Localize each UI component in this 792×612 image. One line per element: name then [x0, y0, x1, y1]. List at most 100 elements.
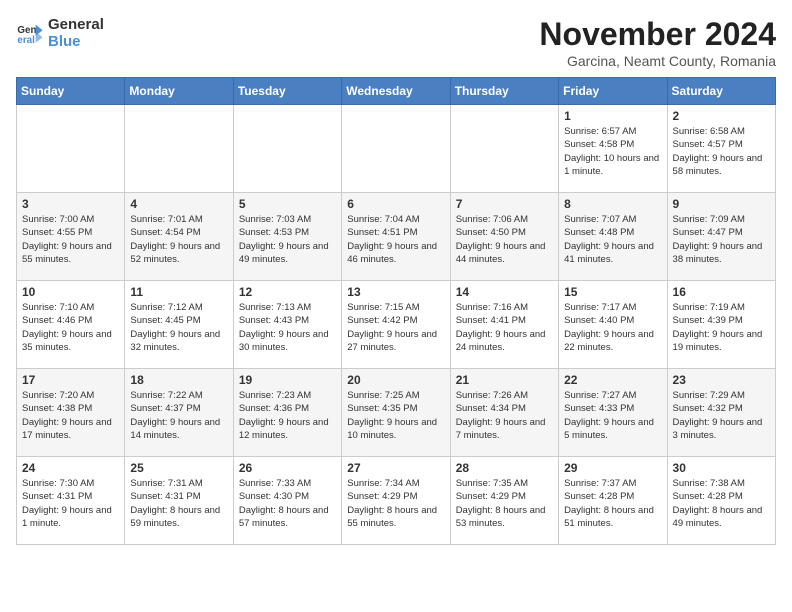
calendar-cell: 8 Sunrise: 7:07 AM Sunset: 4:48 PM Daylig…: [559, 193, 667, 281]
calendar-cell: 5Sunrise: 7:03 AM Sunset: 4:53 PM Daylig…: [233, 193, 341, 281]
day-info: Sunrise: 7:04 AM Sunset: 4:51 PM Dayligh…: [347, 213, 444, 266]
calendar-day-header: Saturday: [667, 78, 775, 105]
calendar-day-header: Wednesday: [342, 78, 450, 105]
calendar-week-row: 1Sunrise: 6:57 AM Sunset: 4:58 PM Daylig…: [17, 105, 776, 193]
day-info: Sunrise: 7:10 AM Sunset: 4:46 PM Dayligh…: [22, 301, 119, 354]
calendar-day-header: Thursday: [450, 78, 558, 105]
day-info: Sunrise: 7:00 AM Sunset: 4:55 PM Dayligh…: [22, 213, 119, 266]
day-number: 25: [130, 461, 227, 475]
calendar-day-header: Monday: [125, 78, 233, 105]
day-info: Sunrise: 6:58 AM Sunset: 4:57 PM Dayligh…: [673, 125, 770, 178]
day-info: Sunrise: 7:31 AM Sunset: 4:31 PM Dayligh…: [130, 477, 227, 530]
day-number: 19: [239, 373, 336, 387]
day-number: 16: [673, 285, 770, 299]
day-info: Sunrise: 7:29 AM Sunset: 4:32 PM Dayligh…: [673, 389, 770, 442]
calendar-cell: 23Sunrise: 7:29 AM Sunset: 4:32 PM Dayli…: [667, 369, 775, 457]
day-info: Sunrise: 7:37 AM Sunset: 4:28 PM Dayligh…: [564, 477, 661, 530]
calendar-cell: 21Sunrise: 7:26 AM Sunset: 4:34 PM Dayli…: [450, 369, 558, 457]
day-info: Sunrise: 7:17 AM Sunset: 4:40 PM Dayligh…: [564, 301, 661, 354]
calendar-cell: 20 Sunrise: 7:25 AM Sunset: 4:35 PM Dayli…: [342, 369, 450, 457]
calendar-cell: 1Sunrise: 6:57 AM Sunset: 4:58 PM Daylig…: [559, 105, 667, 193]
logo-icon: Gen eral: [16, 19, 44, 47]
day-number: 17: [22, 373, 119, 387]
day-info: Sunrise: 7:16 AM Sunset: 4:41 PM Dayligh…: [456, 301, 553, 354]
page-header: Gen eral General Blue November 2024 Garc…: [16, 16, 776, 69]
calendar-cell: 3Sunrise: 7:00 AM Sunset: 4:55 PM Daylig…: [17, 193, 125, 281]
calendar-cell: 4Sunrise: 7:01 AM Sunset: 4:54 PM Daylig…: [125, 193, 233, 281]
day-info: Sunrise: 7:38 AM Sunset: 4:28 PM Dayligh…: [673, 477, 770, 530]
day-info: Sunrise: 7:15 AM Sunset: 4:42 PM Dayligh…: [347, 301, 444, 354]
day-number: 21: [456, 373, 553, 387]
calendar-header-row: SundayMondayTuesdayWednesdayThursdayFrid…: [17, 78, 776, 105]
calendar-cell: 29 Sunrise: 7:37 AM Sunset: 4:28 PM Dayli…: [559, 457, 667, 545]
day-number: 10: [22, 285, 119, 299]
logo: Gen eral General Blue: [16, 16, 104, 50]
calendar-day-header: Sunday: [17, 78, 125, 105]
calendar-week-row: 24 Sunrise: 7:30 AM Sunset: 4:31 PM Dayli…: [17, 457, 776, 545]
day-info: Sunrise: 7:25 AM Sunset: 4:35 PM Dayligh…: [347, 389, 444, 442]
calendar-cell: 6 Sunrise: 7:04 AM Sunset: 4:51 PM Daylig…: [342, 193, 450, 281]
day-info: Sunrise: 7:22 AM Sunset: 4:37 PM Dayligh…: [130, 389, 227, 442]
calendar-cell: 19Sunrise: 7:23 AM Sunset: 4:36 PM Dayli…: [233, 369, 341, 457]
day-info: Sunrise: 7:06 AM Sunset: 4:50 PM Dayligh…: [456, 213, 553, 266]
calendar-day-header: Friday: [559, 78, 667, 105]
day-number: 5: [239, 197, 336, 211]
calendar-cell: [450, 105, 558, 193]
calendar-cell: 9 Sunrise: 7:09 AM Sunset: 4:47 PM Daylig…: [667, 193, 775, 281]
calendar-cell: 27 Sunrise: 7:34 AM Sunset: 4:29 PM Dayli…: [342, 457, 450, 545]
day-info: Sunrise: 7:12 AM Sunset: 4:45 PM Dayligh…: [130, 301, 227, 354]
day-number: 2: [673, 109, 770, 123]
calendar-cell: 12Sunrise: 7:13 AM Sunset: 4:43 PM Dayli…: [233, 281, 341, 369]
calendar-cell: 16 Sunrise: 7:19 AM Sunset: 4:39 PM Dayli…: [667, 281, 775, 369]
day-number: 26: [239, 461, 336, 475]
day-number: 29: [564, 461, 661, 475]
calendar-cell: 18 Sunrise: 7:22 AM Sunset: 4:37 PM Dayli…: [125, 369, 233, 457]
calendar-table: SundayMondayTuesdayWednesdayThursdayFrid…: [16, 77, 776, 545]
calendar-cell: 13 Sunrise: 7:15 AM Sunset: 4:42 PM Dayli…: [342, 281, 450, 369]
day-number: 18: [130, 373, 227, 387]
day-number: 15: [564, 285, 661, 299]
calendar-cell: 26 Sunrise: 7:33 AM Sunset: 4:30 PM Dayli…: [233, 457, 341, 545]
day-number: 28: [456, 461, 553, 475]
day-info: Sunrise: 7:13 AM Sunset: 4:43 PM Dayligh…: [239, 301, 336, 354]
calendar-cell: 2 Sunrise: 6:58 AM Sunset: 4:57 PM Daylig…: [667, 105, 775, 193]
calendar-cell: 28 Sunrise: 7:35 AM Sunset: 4:29 PM Dayli…: [450, 457, 558, 545]
calendar-cell: 17 Sunrise: 7:20 AM Sunset: 4:38 PM Dayli…: [17, 369, 125, 457]
calendar-cell: 14Sunrise: 7:16 AM Sunset: 4:41 PM Dayli…: [450, 281, 558, 369]
day-info: Sunrise: 7:01 AM Sunset: 4:54 PM Dayligh…: [130, 213, 227, 266]
location-title: Garcina, Neamt County, Romania: [539, 53, 776, 69]
calendar-cell: [125, 105, 233, 193]
day-info: Sunrise: 7:07 AM Sunset: 4:48 PM Dayligh…: [564, 213, 661, 266]
title-area: November 2024 Garcina, Neamt County, Rom…: [539, 16, 776, 69]
calendar-body: 1Sunrise: 6:57 AM Sunset: 4:58 PM Daylig…: [17, 105, 776, 545]
calendar-cell: 11 Sunrise: 7:12 AM Sunset: 4:45 PM Dayli…: [125, 281, 233, 369]
calendar-cell: 22 Sunrise: 7:27 AM Sunset: 4:33 PM Dayli…: [559, 369, 667, 457]
day-info: Sunrise: 7:27 AM Sunset: 4:33 PM Dayligh…: [564, 389, 661, 442]
day-number: 1: [564, 109, 661, 123]
day-number: 8: [564, 197, 661, 211]
day-number: 11: [130, 285, 227, 299]
calendar-cell: 30Sunrise: 7:38 AM Sunset: 4:28 PM Dayli…: [667, 457, 775, 545]
day-number: 7: [456, 197, 553, 211]
calendar-cell: 7 Sunrise: 7:06 AM Sunset: 4:50 PM Daylig…: [450, 193, 558, 281]
day-number: 22: [564, 373, 661, 387]
month-title: November 2024: [539, 16, 776, 53]
calendar-day-header: Tuesday: [233, 78, 341, 105]
calendar-week-row: 3Sunrise: 7:00 AM Sunset: 4:55 PM Daylig…: [17, 193, 776, 281]
day-info: Sunrise: 7:30 AM Sunset: 4:31 PM Dayligh…: [22, 477, 119, 530]
day-info: Sunrise: 7:09 AM Sunset: 4:47 PM Dayligh…: [673, 213, 770, 266]
logo-line1: General: [48, 16, 104, 33]
svg-text:eral: eral: [17, 35, 35, 46]
day-number: 6: [347, 197, 444, 211]
day-number: 9: [673, 197, 770, 211]
day-number: 20: [347, 373, 444, 387]
day-info: Sunrise: 7:33 AM Sunset: 4:30 PM Dayligh…: [239, 477, 336, 530]
day-info: Sunrise: 7:20 AM Sunset: 4:38 PM Dayligh…: [22, 389, 119, 442]
day-number: 24: [22, 461, 119, 475]
calendar-cell: 24 Sunrise: 7:30 AM Sunset: 4:31 PM Dayli…: [17, 457, 125, 545]
day-number: 27: [347, 461, 444, 475]
day-info: Sunrise: 7:34 AM Sunset: 4:29 PM Dayligh…: [347, 477, 444, 530]
day-info: Sunrise: 7:35 AM Sunset: 4:29 PM Dayligh…: [456, 477, 553, 530]
day-info: Sunrise: 7:19 AM Sunset: 4:39 PM Dayligh…: [673, 301, 770, 354]
day-number: 13: [347, 285, 444, 299]
